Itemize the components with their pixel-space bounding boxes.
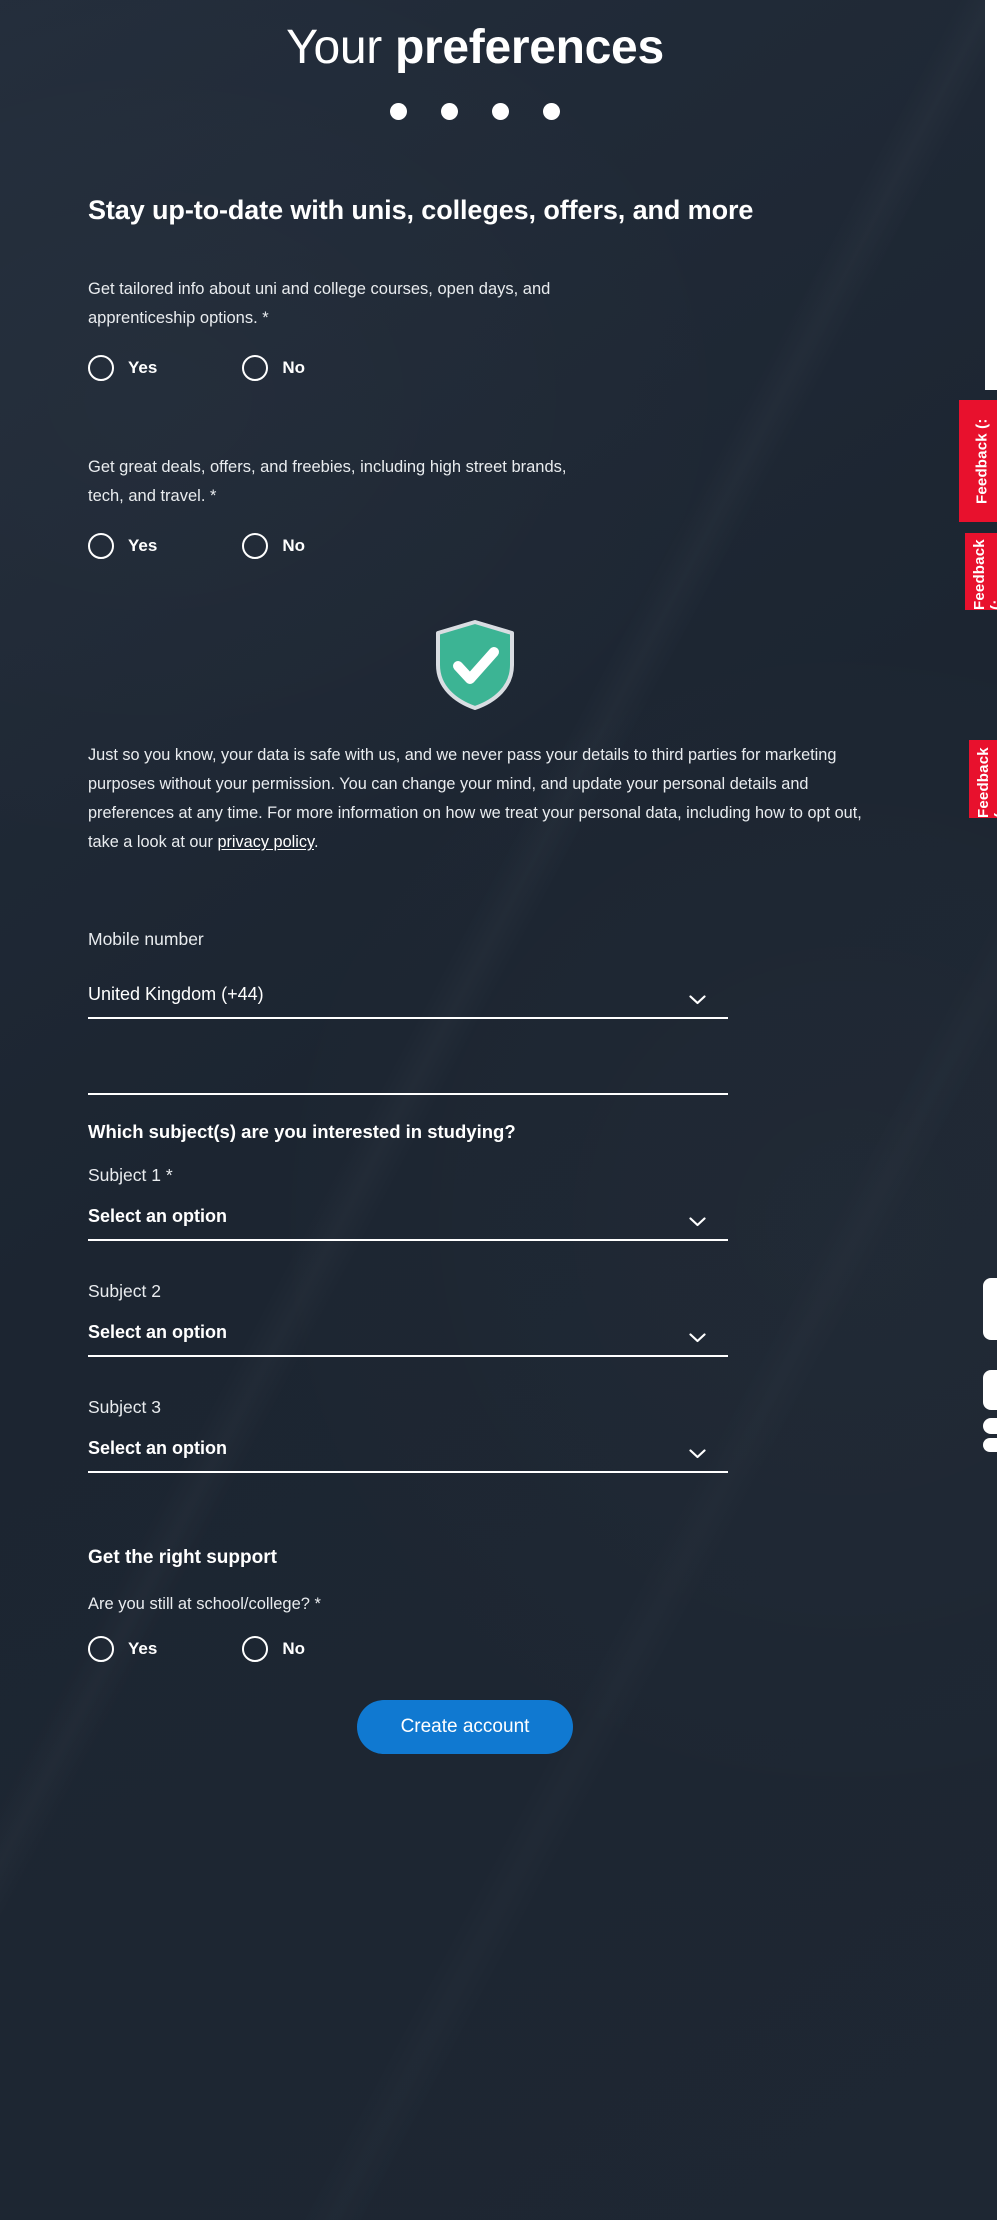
radio-circle-icon[interactable] bbox=[88, 532, 114, 559]
rail-panel-top[interactable] bbox=[985, 0, 997, 390]
assurance-icon-wrap bbox=[88, 619, 862, 711]
feedback-tab-2[interactable]: Feedback (: bbox=[965, 533, 997, 610]
rail-chip-2[interactable] bbox=[983, 1370, 997, 1410]
page-content: Stay up-to-date with unis, colleges, off… bbox=[0, 193, 950, 1754]
marketing-q1-radio-no[interactable]: No bbox=[242, 355, 305, 382]
radio-circle-icon[interactable] bbox=[88, 355, 114, 382]
rail-chip-4[interactable] bbox=[983, 1438, 997, 1452]
country-code-select[interactable]: United Kingdom (+44) bbox=[88, 984, 728, 1019]
radio-circle-icon[interactable] bbox=[88, 1635, 114, 1662]
page-viewport: Your preferences Stay up-to-date with un… bbox=[0, 0, 950, 2220]
subjects-group: Which subject(s) are you interested in s… bbox=[88, 1121, 862, 1473]
subject-3-select[interactable]: Select an option bbox=[88, 1438, 728, 1473]
page-title-light: Your bbox=[286, 21, 395, 74]
shield-check-icon bbox=[436, 619, 514, 710]
subject-1-value: Select an option bbox=[88, 1205, 228, 1226]
mobile-number-label: Mobile number bbox=[88, 928, 204, 949]
page-header: Your preferences bbox=[0, 0, 950, 120]
subject-2-label: Subject 2 bbox=[88, 1280, 161, 1301]
support-radio-yes[interactable]: Yes bbox=[88, 1635, 158, 1662]
subject-3-block: Subject 3 Select an option bbox=[88, 1397, 862, 1473]
mobile-number-group: Mobile number United Kingdom (+44) bbox=[88, 929, 862, 1095]
marketing-q1-yes-label: Yes bbox=[128, 358, 158, 378]
marketing-question-2-text: Get great deals, offers, and freebies, i… bbox=[88, 458, 567, 505]
support-no-label: No bbox=[282, 1638, 305, 1658]
subjects-title: Which subject(s) are you interested in s… bbox=[88, 1120, 516, 1142]
support-group: Get the right support Are you still at s… bbox=[88, 1547, 862, 1662]
support-question: Are you still at school/college? * bbox=[88, 1594, 321, 1613]
mobile-number-input[interactable] bbox=[88, 1032, 728, 1095]
chevron-down-icon bbox=[689, 1449, 706, 1458]
marketing-question-1: Get tailored info about uni and college … bbox=[88, 275, 862, 382]
create-account-button[interactable]: Create account bbox=[356, 1699, 574, 1754]
subject-3-value: Select an option bbox=[88, 1437, 228, 1458]
page-title: Your preferences bbox=[0, 21, 950, 75]
right-rail: Feedback (: Feedback (: Feedback (: bbox=[950, 0, 997, 2220]
support-yes-label: Yes bbox=[128, 1638, 158, 1658]
support-options: Yes No bbox=[88, 1635, 862, 1662]
marketing-question-1-options: Yes No bbox=[88, 355, 862, 382]
cta-wrap: Create account bbox=[88, 1699, 862, 1754]
chevron-down-icon bbox=[689, 1333, 706, 1342]
assurance-text: Just so you know, your data is safe with… bbox=[88, 741, 862, 857]
feedback-tab-1[interactable]: Feedback (: bbox=[959, 400, 997, 522]
progress-dots bbox=[0, 102, 950, 120]
marketing-q2-radio-no[interactable]: No bbox=[242, 532, 305, 559]
subject-1-block: Subject 1 * Select an option bbox=[88, 1165, 862, 1241]
rail-chip-3[interactable] bbox=[983, 1418, 997, 1434]
chevron-down-icon bbox=[689, 995, 706, 1004]
marketing-question-2: Get great deals, offers, and freebies, i… bbox=[88, 453, 862, 559]
marketing-question-2-options: Yes No bbox=[88, 532, 862, 559]
rail-chip-1[interactable] bbox=[983, 1278, 997, 1340]
progress-dot-1 bbox=[390, 102, 407, 120]
radio-circle-icon[interactable] bbox=[242, 355, 269, 382]
marketing-q1-radio-yes[interactable]: Yes bbox=[88, 355, 158, 382]
marketing-q1-no-label: No bbox=[282, 358, 305, 378]
preferences-page: Your preferences Stay up-to-date with un… bbox=[0, 0, 997, 2220]
marketing-q2-radio-yes[interactable]: Yes bbox=[88, 532, 158, 559]
subject-2-block: Subject 2 Select an option bbox=[88, 1281, 862, 1357]
assurance-text-before: Just so you know, your data is safe with… bbox=[88, 745, 862, 851]
feedback-tab-3[interactable]: Feedback (: bbox=[969, 740, 997, 818]
chevron-down-icon bbox=[689, 1217, 706, 1226]
support-title: Get the right support bbox=[88, 1546, 277, 1568]
support-radio-no[interactable]: No bbox=[242, 1635, 305, 1662]
progress-dot-2 bbox=[441, 102, 458, 120]
privacy-policy-link[interactable]: privacy policy bbox=[217, 833, 314, 851]
progress-dot-4 bbox=[543, 102, 560, 120]
marketing-q2-yes-label: Yes bbox=[128, 535, 158, 555]
marketing-question-1-text: Get tailored info about uni and college … bbox=[88, 280, 551, 328]
page-title-bold: preferences bbox=[394, 21, 664, 74]
subject-1-label: Subject 1 * bbox=[88, 1164, 173, 1185]
progress-dot-3 bbox=[492, 102, 509, 120]
radio-circle-icon[interactable] bbox=[242, 532, 269, 559]
marketing-heading: Stay up-to-date with unis, colleges, off… bbox=[88, 194, 754, 225]
marketing-q2-no-label: No bbox=[282, 535, 305, 555]
radio-circle-icon[interactable] bbox=[242, 1635, 269, 1662]
subject-3-label: Subject 3 bbox=[88, 1396, 161, 1417]
assurance-text-after: . bbox=[313, 832, 319, 851]
subject-1-select[interactable]: Select an option bbox=[88, 1206, 728, 1241]
subject-2-value: Select an option bbox=[88, 1321, 228, 1342]
subject-2-select[interactable]: Select an option bbox=[88, 1322, 728, 1357]
country-code-value: United Kingdom (+44) bbox=[88, 983, 264, 1004]
